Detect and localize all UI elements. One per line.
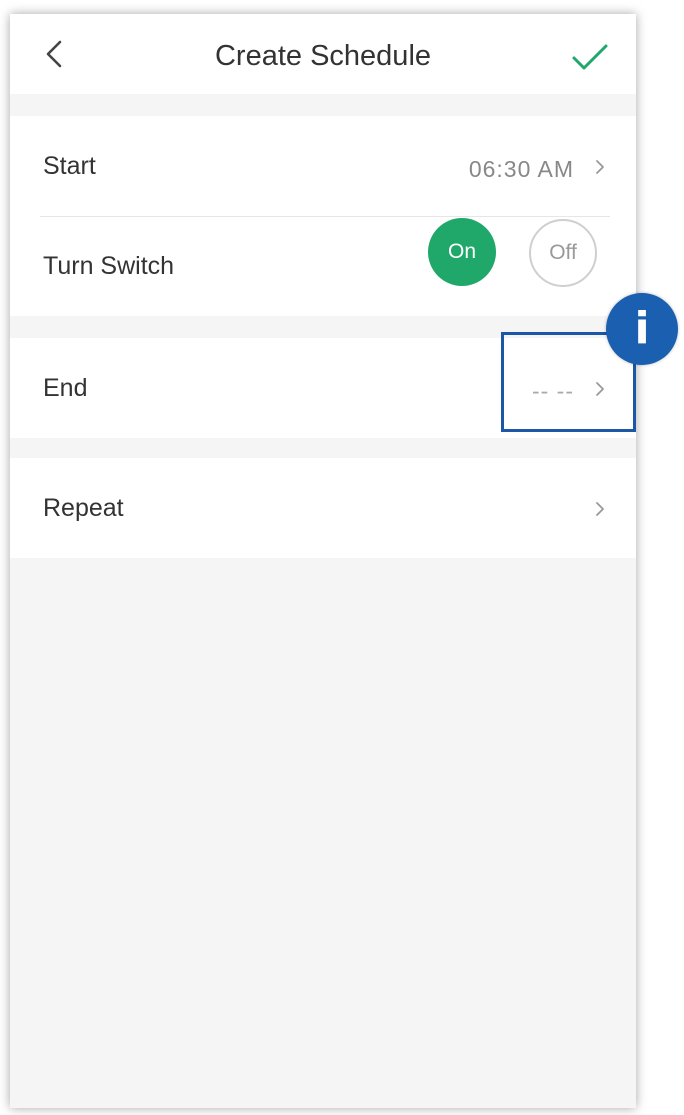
repeat-label: Repeat (43, 494, 124, 522)
start-switch-section: Start 06:30 AM Turn Switch (10, 116, 636, 316)
switch-off-button[interactable]: Off (529, 219, 597, 287)
repeat-section: Repeat (10, 458, 636, 558)
start-row[interactable]: Start 06:30 AM (10, 116, 636, 216)
repeat-row[interactable]: Repeat (10, 458, 636, 558)
chevron-right-icon (596, 502, 604, 516)
page: Create Schedule Start 06:30 AM Turn Swit… (0, 0, 684, 1115)
start-time-value: 06:30 AM (468, 156, 574, 182)
end-label: End (43, 374, 88, 402)
info-icon: i (606, 293, 678, 365)
checkmark-icon (572, 44, 608, 70)
start-label: Start (43, 152, 96, 180)
page-title: Create Schedule (214, 40, 432, 72)
chevron-right-icon (596, 160, 604, 174)
app-screen: Create Schedule Start 06:30 AM Turn Swit… (10, 14, 636, 1108)
switch-on-button[interactable]: On (428, 218, 496, 286)
confirm-button[interactable] (570, 42, 610, 74)
header-bar: Create Schedule (10, 14, 636, 94)
turn-switch-label: Turn Switch (43, 252, 175, 280)
